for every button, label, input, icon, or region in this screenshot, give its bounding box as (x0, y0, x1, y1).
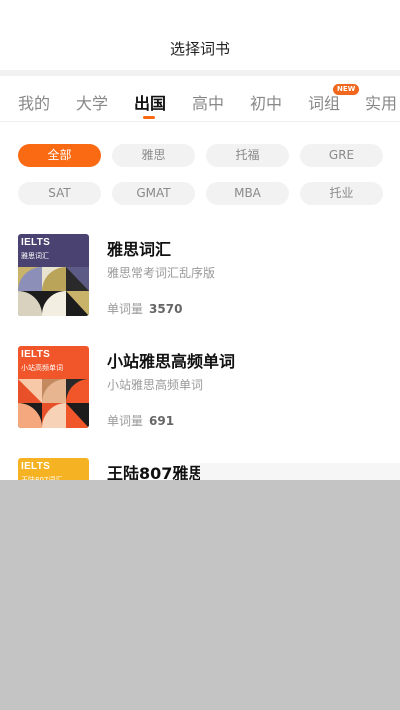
filter-gmat[interactable]: GMAT (112, 182, 195, 205)
book-cover: IELTS 雅思词汇 (18, 234, 89, 316)
overlay-notch (200, 463, 400, 480)
new-badge: NEW (333, 84, 360, 95)
book-item[interactable]: IELTS 小站高频单词 小站雅思高频单词 小站雅思高频单词 单词量 691 (0, 346, 400, 456)
word-count-label: 单词量 (107, 302, 144, 316)
tab-high-school[interactable]: 高中 (192, 90, 224, 114)
filter-ielts[interactable]: 雅思 (112, 144, 195, 167)
filter-all[interactable]: 全部 (18, 144, 101, 167)
filter-mba[interactable]: MBA (206, 182, 289, 205)
tab-middle-school[interactable]: 初中 (250, 90, 282, 114)
cover-brand: IELTS (21, 349, 51, 360)
filter-toefl[interactable]: 托福 (206, 144, 289, 167)
tab-abroad[interactable]: 出国 (134, 90, 166, 114)
tab-practical[interactable]: 实用 (365, 90, 397, 114)
page-title: 选择词书 (169, 40, 230, 58)
cover-subtitle: 雅思词汇 (21, 252, 49, 260)
tab-university[interactable]: 大学 (76, 90, 108, 114)
category-tabs: 我的 大学 出国 高中 初中 词组 NEW 实用 (0, 76, 400, 122)
word-count-value: 3570 (149, 302, 183, 316)
filter-toeic[interactable]: 托业 (300, 182, 383, 205)
book-description: 小站雅思高频单词 (107, 378, 204, 392)
tab-mine[interactable]: 我的 (18, 90, 50, 114)
book-title: 雅思词汇 (107, 240, 172, 259)
active-tab-indicator (143, 116, 155, 119)
gray-overlay (0, 480, 400, 710)
book-word-count: 单词量 691 (107, 412, 174, 429)
book-title: 小站雅思高频单词 (107, 352, 236, 371)
cover-brand: IELTS (21, 237, 51, 248)
filter-gre[interactable]: GRE (300, 144, 383, 167)
book-description: 雅思常考词汇乱序版 (107, 266, 216, 280)
filter-sat[interactable]: SAT (18, 182, 101, 205)
word-count-value: 691 (149, 414, 175, 428)
cover-pattern (18, 379, 89, 428)
cover-subtitle: 小站高频单词 (21, 364, 63, 372)
header: 选择词书 (0, 0, 400, 70)
cover-brand: IELTS (21, 461, 51, 472)
word-count-label: 单词量 (107, 414, 144, 428)
book-item[interactable]: IELTS 雅思词汇 雅思词汇 雅思常考词汇乱序版 单词量 3570 (0, 234, 400, 344)
book-word-count: 单词量 3570 (107, 300, 182, 317)
cover-pattern (18, 267, 89, 316)
book-cover: IELTS 小站高频单词 (18, 346, 89, 428)
